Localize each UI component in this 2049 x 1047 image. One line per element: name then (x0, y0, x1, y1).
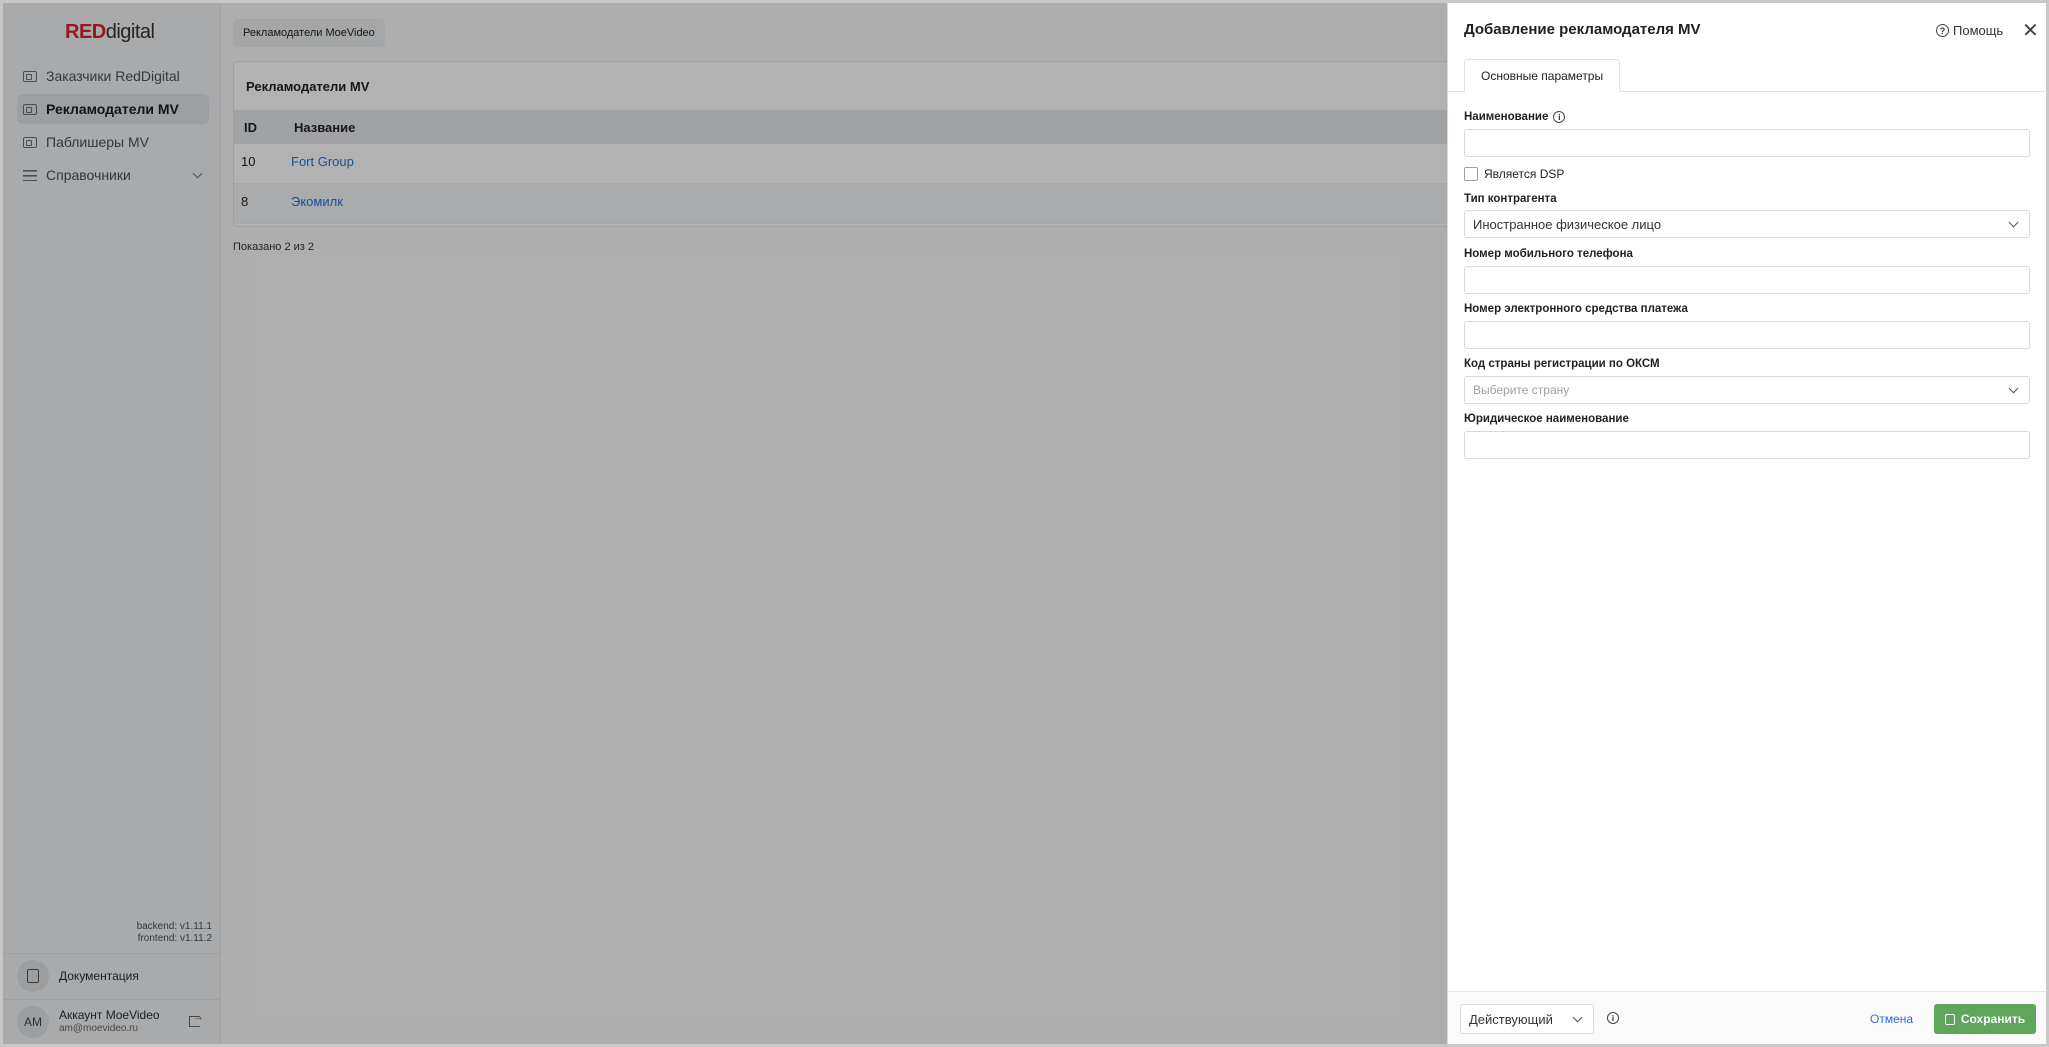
country-label: Код страны регистрации по ОКСМ (1464, 358, 1660, 370)
cancel-button[interactable]: Отмена (1870, 1012, 1913, 1026)
save-button[interactable]: Сохранить (1934, 1004, 2036, 1034)
drawer-tabs: Основные параметры (1448, 59, 2046, 92)
info-icon[interactable]: i (1553, 111, 1566, 123)
info-icon[interactable]: i (1607, 1012, 1619, 1024)
payment-label: Номер электронного средства платежа (1464, 303, 1688, 315)
name-label-text: Наименование (1464, 111, 1549, 124)
phone-label: Номер мобильного телефона (1464, 248, 1633, 260)
name-input[interactable] (1464, 129, 2030, 157)
chevron-down-icon (2008, 383, 2019, 394)
drawer-footer: Действующий i Отмена Сохранить (1448, 991, 2046, 1044)
payment-input[interactable] (1464, 321, 2030, 349)
add-advertiser-drawer: Добавление рекламодателя MV ? Помощь ✕ О… (1447, 3, 2046, 1044)
drawer-title: Добавление рекламодателя MV (1464, 21, 1701, 38)
help-button[interactable]: ? Помощь (1936, 23, 2003, 38)
type-select-value: Иностранное физическое лицо (1473, 216, 1662, 232)
modal-overlay[interactable] (3, 3, 1447, 1044)
dsp-checkbox[interactable] (1464, 167, 1478, 181)
type-label: Тип контрагента (1464, 193, 1557, 205)
country-select[interactable]: Выберите страну (1464, 376, 2030, 404)
phone-input[interactable] (1464, 266, 2030, 294)
legal-name-input[interactable] (1464, 431, 2030, 459)
help-icon: ? (1936, 24, 1949, 37)
dsp-checkbox-row[interactable]: Является DSP (1464, 167, 1564, 181)
type-select[interactable]: Иностранное физическое лицо (1464, 210, 2030, 238)
save-icon (1944, 1013, 1955, 1025)
dsp-label: Является DSP (1484, 167, 1565, 181)
help-label: Помощь (1953, 23, 2004, 38)
legal-name-label: Юридическое наименование (1464, 413, 1629, 425)
tab-main-params[interactable]: Основные параметры (1464, 59, 1621, 92)
name-label: Наименование i (1464, 111, 1566, 124)
status-select[interactable]: Действующий (1460, 1004, 1594, 1034)
chevron-down-icon (1572, 1012, 1583, 1023)
save-label: Сохранить (1960, 1012, 2026, 1026)
country-placeholder: Выберите страну (1473, 383, 1570, 397)
close-icon[interactable]: ✕ (2022, 21, 2039, 41)
status-select-value: Действующий (1469, 1011, 1553, 1027)
app-window: REDdigital Заказчики RedDigital Рекламод… (0, 0, 2049, 1047)
chevron-down-icon (2008, 217, 2019, 228)
